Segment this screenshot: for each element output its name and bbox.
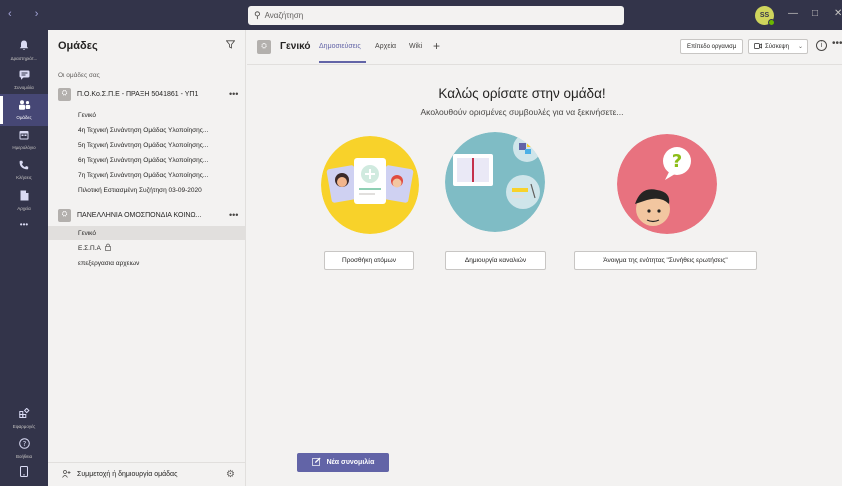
more-options-icon[interactable]: ••• bbox=[229, 210, 238, 220]
team-avatar-icon: ⛭ bbox=[257, 40, 271, 54]
rail-more-apps[interactable]: ••• bbox=[0, 214, 48, 236]
channel-item[interactable]: 4η Τεχνική Συνάντηση Ομάδας Υλοποίησης..… bbox=[48, 123, 245, 137]
rail-activity[interactable]: Δραστηριότ... bbox=[0, 34, 48, 66]
join-or-create-team[interactable]: Συμμετοχή ή δημιουργία ομάδας ⚙ bbox=[48, 462, 245, 486]
close-icon[interactable]: ✕ bbox=[834, 8, 842, 19]
tab-wiki[interactable]: Wiki bbox=[409, 43, 422, 50]
more-options-icon[interactable]: ••• bbox=[832, 38, 842, 49]
info-icon[interactable]: i bbox=[816, 40, 827, 51]
maximize-icon[interactable]: □ bbox=[812, 8, 818, 19]
search-placeholder: Αναζήτηση bbox=[264, 11, 304, 20]
channel-item[interactable]: 7η Τεχνική Συνάντηση Ομάδας Υλοποίησης..… bbox=[48, 168, 245, 182]
device-icon bbox=[20, 466, 28, 480]
open-faq-button[interactable]: Άνοιγμα της ενότητας "Συνήθεις ερωτήσεις… bbox=[574, 251, 757, 270]
channel-item[interactable]: επεξεργασια αρχειων bbox=[48, 256, 245, 270]
add-people-button[interactable]: Προσθήκη ατόμων bbox=[324, 251, 414, 270]
channel-item[interactable]: 5η Τεχνική Συνάντηση Ομάδας Υλοποίησης..… bbox=[48, 138, 245, 152]
join-team-label: Συμμετοχή ή δημιουργία ομάδας bbox=[77, 471, 178, 478]
faq-illustration: ? bbox=[617, 134, 717, 234]
calendar-icon bbox=[19, 130, 29, 143]
presence-available-icon bbox=[768, 19, 775, 26]
new-conversation-button[interactable]: Νέα συνομιλία bbox=[297, 453, 389, 472]
more-options-icon[interactable]: ••• bbox=[229, 89, 238, 99]
forward-arrow-icon[interactable]: › bbox=[35, 8, 49, 20]
rail-apps[interactable]: Εφαρμογές bbox=[0, 402, 48, 434]
chat-icon bbox=[19, 70, 30, 83]
rail-calls[interactable]: Κλήσεις bbox=[0, 154, 48, 186]
video-camera-icon bbox=[754, 42, 762, 51]
svg-text:?: ? bbox=[672, 151, 682, 172]
create-channels-button[interactable]: Δημιουργία καναλιών bbox=[445, 251, 546, 270]
rail-device[interactable] bbox=[0, 460, 48, 486]
your-teams-label: Οι ομάδες σας bbox=[58, 72, 100, 79]
avatar[interactable]: SS bbox=[755, 6, 775, 26]
channel-title: Γενικό bbox=[280, 41, 311, 52]
welcome-subtitle: Ακολουθούν ορισμένες συμβουλές για να ξε… bbox=[420, 107, 624, 117]
compose-icon bbox=[311, 457, 321, 468]
tab-posts[interactable]: Δημοσιεύσεις bbox=[319, 43, 361, 50]
rail-calendar[interactable]: Ημερολόγιο bbox=[0, 124, 48, 156]
teams-panel: Ομάδες Οι ομάδες σας ⛭ Π.Ο.Κο.Σ.Π.Ε - ΠΡ… bbox=[48, 30, 246, 486]
gear-icon[interactable]: ⚙ bbox=[226, 469, 235, 480]
add-tab-icon[interactable]: + bbox=[433, 39, 440, 53]
minimize-icon[interactable]: — bbox=[788, 8, 798, 19]
back-arrow-icon[interactable]: ‹ bbox=[8, 8, 22, 20]
new-conversation-label: Νέα συνομιλία bbox=[326, 459, 375, 466]
rail-files[interactable]: Αρχεία bbox=[0, 184, 48, 216]
add-people-illustration bbox=[321, 136, 419, 234]
bell-icon bbox=[19, 40, 29, 54]
phone-icon bbox=[19, 160, 29, 173]
join-team-icon bbox=[62, 469, 71, 480]
app-rail: Δραστηριότ... Συνομιλία Ομάδες Ημερολόγι… bbox=[0, 30, 48, 486]
team-avatar-icon: ⛭ bbox=[58, 208, 71, 222]
chevron-down-icon[interactable]: ⌄ bbox=[798, 43, 803, 50]
file-icon bbox=[20, 190, 29, 204]
rail-chat[interactable]: Συνομιλία bbox=[0, 64, 48, 96]
channel-header: ⛭ Γενικό Δημοσιεύσεις Αρχεία Wiki + Επίπ… bbox=[247, 30, 842, 65]
panel-title: Ομάδες bbox=[58, 40, 98, 52]
welcome-area: Καλώς ορίσατε στην ομάδα! Ακολουθούν ορι… bbox=[247, 66, 842, 486]
filter-icon[interactable] bbox=[225, 40, 236, 52]
channel-item-selected[interactable]: Γενικό bbox=[48, 226, 245, 240]
search-input[interactable]: ⚲ Αναζήτηση bbox=[248, 6, 624, 25]
create-channels-illustration bbox=[445, 132, 545, 232]
title-bar: ‹ › ⚲ Αναζήτηση SS — □ ✕ bbox=[0, 0, 842, 30]
team-item[interactable]: ⛭ ΠΑΝΕΛΛΗΝΙΑ ΟΜΟΣΠΟΝΔΙΑ ΚΟΙΝΩ... ••• bbox=[58, 208, 244, 222]
welcome-title: Καλώς ορίσατε στην ομάδα! bbox=[438, 86, 606, 101]
active-tab-indicator bbox=[319, 61, 366, 63]
rail-teams[interactable]: Ομάδες bbox=[0, 94, 48, 126]
channel-item[interactable]: Ε.Σ.Π.Α bbox=[48, 241, 245, 255]
channel-item[interactable]: Γενικό bbox=[48, 108, 245, 122]
channel-item[interactable]: 6η Τεχνική Συνάντηση Ομάδας Υλοποίησης..… bbox=[48, 153, 245, 167]
avatar-initials: SS bbox=[759, 12, 770, 19]
history-nav: ‹ › bbox=[8, 8, 48, 20]
search-icon: ⚲ bbox=[254, 10, 261, 20]
lock-icon bbox=[104, 243, 111, 253]
teams-icon bbox=[18, 100, 31, 113]
channel-item[interactable]: Πιλοτική Εστιασμένη Συζήτηση 03-09-2020 bbox=[48, 183, 245, 197]
apps-icon bbox=[18, 407, 30, 422]
team-avatar-icon: ⛭ bbox=[58, 87, 71, 101]
tab-files[interactable]: Αρχεία bbox=[375, 43, 396, 50]
team-item[interactable]: ⛭ Π.Ο.Κο.Σ.Π.Ε - ΠΡΑΞΗ 5041861 - ΥΠ1 ••• bbox=[58, 87, 244, 101]
channel-label: Ε.Σ.Π.Α bbox=[78, 244, 101, 252]
team-name: Π.Ο.Κο.Σ.Π.Ε - ΠΡΑΞΗ 5041861 - ΥΠ1 bbox=[77, 90, 199, 98]
more-apps-icon: ••• bbox=[19, 220, 29, 229]
svg-text:?: ? bbox=[22, 440, 26, 448]
team-level-label: Επίπεδο οργανισμ bbox=[687, 43, 737, 50]
help-icon: ? bbox=[18, 437, 30, 452]
team-name: ΠΑΝΕΛΛΗΝΙΑ ΟΜΟΣΠΟΝΔΙΑ ΚΟΙΝΩ... bbox=[77, 211, 202, 219]
meet-button[interactable]: Σύσκεψη ⌄ bbox=[748, 39, 808, 54]
team-level-button[interactable]: Επίπεδο οργανισμ bbox=[680, 39, 744, 54]
meet-label: Σύσκεψη bbox=[765, 43, 789, 50]
